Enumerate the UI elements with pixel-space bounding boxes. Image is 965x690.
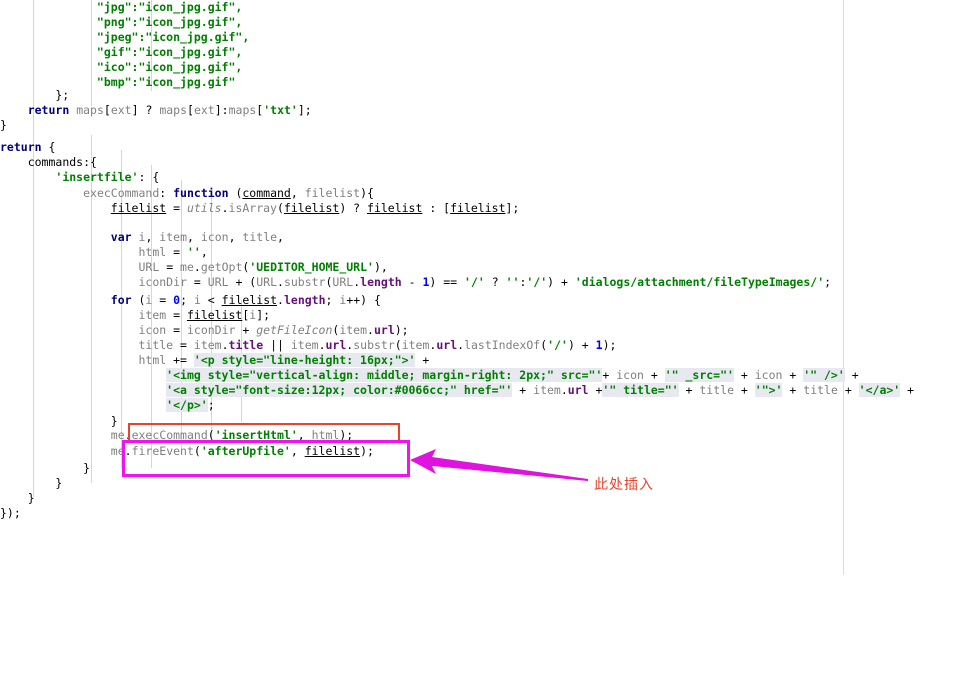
code-line: icon = iconDir + getFileIcon(item.url);	[138, 323, 409, 337]
code-line: "jpeg":"icon_jpg.gif",	[0, 30, 250, 44]
code-line: URL = me.getOpt('UEDITOR_HOME_URL'),	[138, 260, 388, 274]
code-line: "jpg":"icon_jpg.gif",	[0, 0, 243, 14]
code-line: '<img style="vertical-align: middle; mar…	[166, 368, 859, 382]
code-line: };	[0, 88, 70, 102]
code-line-fire-event: me.fireEvent('afterUpfile', filelist);	[110, 444, 374, 458]
code-line: return maps[ext] ? maps[ext]:maps['txt']…	[27, 103, 312, 117]
code-line: return {	[0, 140, 56, 154]
code-line: "png":"icon_jpg.gif",	[0, 15, 243, 29]
code-line: var i, item, icon, title,	[110, 230, 284, 244]
code-line: filelist = utils.isArray(filelist) ? fil…	[110, 201, 520, 215]
code-line: });	[0, 506, 21, 520]
code-editor-screenshot: "jpg":"icon_jpg.gif", "png":"icon_jpg.gi…	[0, 0, 965, 575]
code-line: }	[0, 461, 91, 475]
code-line: title = item.title || item.url.substr(it…	[138, 338, 617, 352]
code-line: 'insertfile': {	[55, 170, 160, 184]
code-line: '<a style="font-size:12px; color:#0066cc…	[166, 383, 915, 397]
code-line: }	[0, 414, 118, 428]
code-line: "gif":"icon_jpg.gif",	[0, 45, 243, 59]
code-line: '</p>';	[166, 398, 215, 412]
code-line: }	[0, 118, 7, 132]
code-line: }	[0, 491, 35, 505]
code-line: "ico":"icon_jpg.gif",	[0, 60, 243, 74]
insertion-point-note: 此处插入	[594, 477, 654, 493]
code-line: item = filelist[i];	[138, 308, 271, 322]
code-line: commands:{	[27, 155, 97, 169]
code-line: for (i = 0; i < filelist.length; i++) {	[110, 293, 381, 307]
code-line-insert-html: me.execCommand('insertHtml', html);	[110, 428, 354, 442]
code-line: iconDir = URL + (URL.substr(URL.length -…	[138, 275, 832, 289]
code-line: execCommand: function (command, filelist…	[83, 186, 374, 200]
code-line: html += '<p style="line-height: 16px;">'…	[138, 353, 430, 367]
code-line: }	[0, 476, 63, 490]
code-text-layer[interactable]: "jpg":"icon_jpg.gif", "png":"icon_jpg.gi…	[0, 0, 965, 690]
code-line: html = '',	[138, 245, 208, 259]
